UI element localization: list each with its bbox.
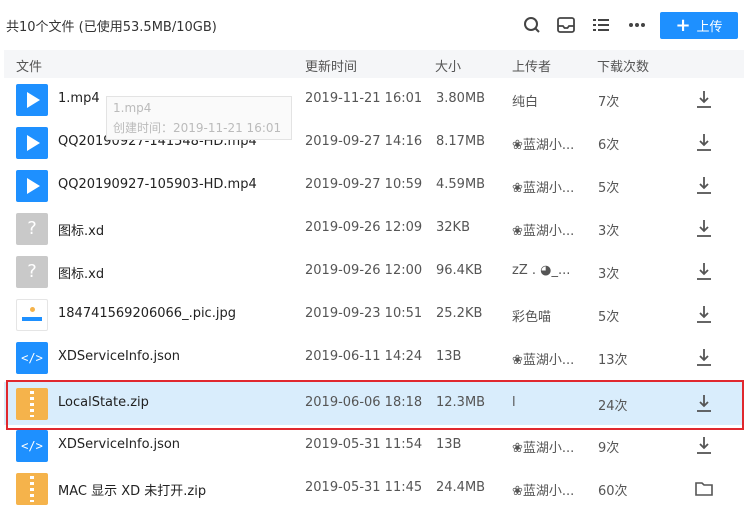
upload-button[interactable]: + 上传: [660, 12, 738, 39]
file-uploader: l: [512, 395, 516, 410]
file-downloads: 5次: [598, 181, 620, 196]
code-file-icon: </>: [16, 430, 48, 462]
file-tooltip: 1.mp4 创建时间：2019-11-21 16:01: [106, 96, 292, 140]
video-icon: [16, 127, 48, 159]
file-time: 2019-09-26 12:09: [305, 220, 423, 235]
file-size: 3.80MB: [436, 91, 486, 106]
search-icon[interactable]: [521, 14, 543, 36]
file-name[interactable]: XDServiceInfo.json: [58, 437, 180, 452]
file-downloads: 9次: [598, 441, 620, 456]
image-icon: [16, 299, 48, 331]
column-downloads[interactable]: 下载次数: [597, 56, 649, 75]
file-size: 12.3MB: [436, 395, 486, 410]
file-downloads: 3次: [598, 267, 620, 282]
table-row[interactable]: ? 图标.xd 2019-09-26 12:00 96.4KB zZ . ◕_.…: [4, 250, 744, 293]
table-row[interactable]: </> XDServiceInfo.json 2019-05-31 11:54 …: [4, 424, 744, 467]
file-downloads: 3次: [598, 224, 620, 239]
zip-icon: [16, 473, 48, 505]
file-time: 2019-05-31 11:54: [305, 437, 423, 452]
file-size: 4.59MB: [436, 177, 486, 192]
file-time: 2019-09-23 10:51: [305, 306, 423, 321]
file-size: 24.4MB: [436, 480, 486, 495]
file-name[interactable]: XDServiceInfo.json: [58, 349, 180, 364]
tooltip-name: 1.mp4: [113, 101, 152, 115]
file-downloads: 6次: [598, 138, 620, 153]
file-downloads: 5次: [598, 310, 620, 325]
file-uploader: ❀蓝湖小...: [512, 441, 575, 456]
file-name[interactable]: 184741569206066_.pic.jpg: [58, 306, 236, 321]
table-row[interactable]: MAC 显示 XD 未打开.zip 2019-05-31 11:45 24.4M…: [4, 467, 744, 510]
table-row[interactable]: 184741569206066_.pic.jpg 2019-09-23 10:5…: [4, 293, 744, 336]
file-size: 8.17MB: [436, 134, 486, 149]
file-uploader: zZ . ◕_...: [512, 263, 571, 278]
file-downloads: 13次: [598, 353, 628, 368]
file-name[interactable]: 1.mp4: [58, 91, 100, 106]
file-size: 13B: [436, 437, 462, 452]
file-size: 13B: [436, 349, 462, 364]
video-icon: [16, 84, 48, 116]
table-header: 文件 更新时间 大小 上传者 下载次数: [4, 50, 744, 78]
folder-icon[interactable]: [694, 477, 714, 499]
file-time: 2019-06-06 18:18: [305, 395, 423, 410]
zip-icon: [16, 388, 48, 420]
file-uploader: ❀蓝湖小...: [512, 484, 575, 499]
tooltip-created: 创建时间：2019-11-21 16:01: [113, 121, 282, 135]
unknown-file-icon: ?: [16, 256, 48, 288]
more-icon[interactable]: [626, 14, 648, 36]
file-name[interactable]: 图标.xd: [58, 220, 104, 239]
unknown-file-icon: ?: [16, 213, 48, 245]
download-icon[interactable]: [694, 217, 714, 239]
table-row[interactable]: ? 图标.xd 2019-09-26 12:09 32KB ❀蓝湖小... 3次: [4, 207, 744, 250]
file-downloads: 60次: [598, 484, 628, 499]
file-time: 2019-09-27 10:59: [305, 177, 423, 192]
file-uploader: ❀蓝湖小...: [512, 224, 575, 239]
file-uploader: ❀蓝湖小...: [512, 353, 575, 368]
file-size: 96.4KB: [436, 263, 483, 278]
file-size: 32KB: [436, 220, 470, 235]
download-icon[interactable]: [694, 434, 714, 456]
column-size[interactable]: 大小: [435, 56, 461, 75]
file-time: 2019-05-31 11:45: [305, 480, 423, 495]
download-icon[interactable]: [694, 260, 714, 282]
file-downloads: 7次: [598, 95, 620, 110]
file-time: 2019-09-27 14:16: [305, 134, 423, 149]
file-time: 2019-06-11 14:24: [305, 349, 423, 364]
download-icon[interactable]: [694, 392, 714, 414]
file-uploader: 彩色喵: [512, 310, 552, 325]
plus-icon: +: [675, 14, 691, 36]
table-row[interactable]: </> XDServiceInfo.json 2019-06-11 14:24 …: [4, 336, 744, 379]
table-row-selected[interactable]: LocalState.zip 2019-06-06 18:18 12.3MB l…: [4, 382, 744, 425]
file-uploader: ❀蓝湖小...: [512, 138, 575, 153]
file-name[interactable]: QQ20190927-105903-HD.mp4: [58, 177, 257, 192]
file-name[interactable]: MAC 显示 XD 未打开.zip: [58, 480, 206, 499]
storage-summary: 共10个文件 (已使用53.5MB/10GB): [6, 20, 217, 35]
file-uploader: ❀蓝湖小...: [512, 181, 575, 196]
column-time[interactable]: 更新时间: [305, 56, 357, 75]
file-time: 2019-11-21 16:01: [305, 91, 423, 106]
file-uploader: 纯白: [512, 95, 539, 110]
video-icon: [16, 170, 48, 202]
table-row[interactable]: QQ20190927-105903-HD.mp4 2019-09-27 10:5…: [4, 164, 744, 207]
column-file[interactable]: 文件: [16, 56, 42, 75]
file-name[interactable]: LocalState.zip: [58, 395, 149, 410]
file-name[interactable]: 图标.xd: [58, 263, 104, 282]
file-size: 25.2KB: [436, 306, 483, 321]
toolbar: 共10个文件 (已使用53.5MB/10GB) + 上传: [0, 0, 753, 50]
download-icon[interactable]: [694, 131, 714, 153]
download-icon[interactable]: [694, 303, 714, 325]
inbox-icon[interactable]: [555, 14, 577, 36]
list-view-icon[interactable]: [590, 14, 612, 36]
upload-button-label: 上传: [696, 20, 723, 35]
file-downloads: 24次: [598, 399, 628, 414]
download-icon[interactable]: [694, 174, 714, 196]
code-file-icon: </>: [16, 342, 48, 374]
column-uploader[interactable]: 上传者: [512, 56, 551, 75]
file-time: 2019-09-26 12:00: [305, 263, 423, 278]
download-icon[interactable]: [694, 346, 714, 368]
download-icon[interactable]: [694, 88, 714, 110]
